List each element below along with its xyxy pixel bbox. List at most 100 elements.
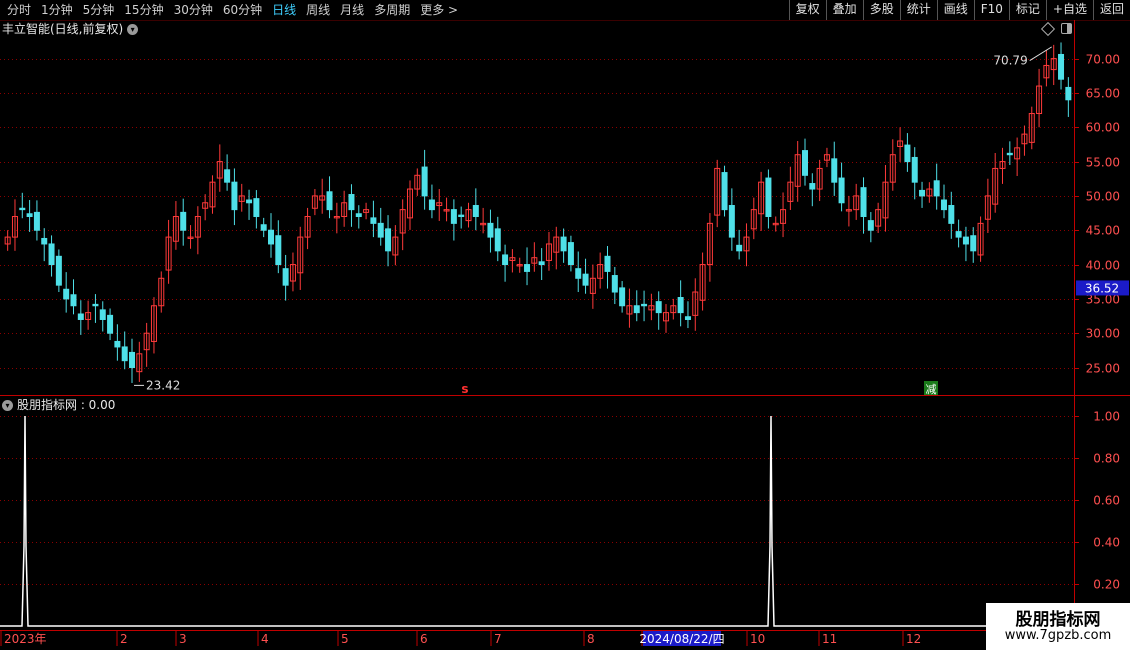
candle-body [494,228,501,252]
candle-body [809,183,816,190]
candle-body [948,205,955,224]
candle-body [19,207,26,211]
candle-body [955,231,962,238]
date-label: 12 [906,632,921,646]
candle-body [348,194,355,211]
candle-body [1065,86,1072,101]
date-label: 2 [120,632,128,646]
candle-body [736,244,743,252]
candle-body [611,275,618,293]
price-grid [0,59,1074,369]
candle-body [41,237,48,245]
candle-body [26,213,33,217]
candle-body [567,242,574,266]
candle-body [655,301,662,314]
indicator-panel: 0.20 0.40 0.60 0.80 1.00 [0,410,1120,627]
candle-body [560,236,567,252]
date-label: 5 [341,632,349,646]
date-label: 7 [494,632,502,646]
candle-body [326,191,333,211]
candle-body [582,273,589,286]
candle-body [92,303,99,307]
date-label: 8 [587,632,595,646]
candle-body [904,144,911,163]
candle-body [970,235,977,252]
chart-area: 70.7923.42 s 减 25.0030.0035.0040.0045.0050… [0,20,1130,646]
candle-body [721,172,728,211]
indicator-tick-label: 0.40 [1093,536,1120,550]
date-label: 11 [822,632,837,646]
candle-body [282,268,289,286]
candle-body [121,346,128,362]
watermark: 股朋指标网 www.7gpzb.com [986,603,1130,650]
candle-body [538,261,545,266]
candle-body [370,217,377,224]
candle-body [765,177,772,218]
candle-body [450,209,457,224]
indicator-title: ▾ 股朋指标网 : 0.00 [2,398,115,412]
candle-body [48,243,55,266]
date-label: 2023年 [4,632,47,646]
candle-body [472,205,479,217]
indicator-tick-label: 1.00 [1093,410,1120,424]
date-label: 10 [750,632,765,646]
indicator-tick-label: 0.60 [1093,494,1120,508]
price-tick-label: 55.00 [1086,156,1120,170]
reduce-marker: 减 [926,383,937,396]
candle-body [70,294,77,307]
candle-body [575,268,582,279]
candle-body [421,166,428,197]
candle-body [107,314,114,334]
candle-body [502,254,509,266]
candle-body [911,156,918,183]
candle-body [933,180,940,197]
price-tick-label: 50.00 [1086,190,1120,204]
candle-body [33,211,40,231]
price-tick-label: 25.00 [1086,362,1120,376]
candle-body [246,199,253,204]
candle-body [919,189,926,197]
watermark-line2: www.7gpzb.com [1004,628,1112,643]
candle-body [1006,152,1013,156]
candle-body [99,309,106,320]
candle-body [860,187,867,218]
candle-body [377,222,384,238]
candle-body [268,229,274,245]
price-tick-label: 45.00 [1086,224,1120,238]
high-arrow [1029,46,1052,62]
date-axis: 2023年 2 3 4 5 6 7 8 2024/08/22/四 10 11 12 [0,631,921,646]
current-price-label: 36.52 [1085,281,1119,295]
price-axis: 25.0030.0035.0040.0045.0050.0055.0060.00… [0,20,1130,632]
price-tick-label: 60.00 [1086,121,1120,135]
price-tick-label: 65.00 [1086,87,1120,101]
candle-body [385,228,392,252]
watermark-line1: 股朋指标网 [1015,610,1101,630]
candle-body [633,305,640,314]
date-label: 6 [420,632,428,646]
candle-body [180,211,187,231]
indicator-tick-label: 0.20 [1093,578,1120,592]
candle-body [728,205,735,238]
chevron-down-icon[interactable]: ▾ [2,400,13,411]
candle-body [224,169,231,183]
candle-body [802,150,808,176]
candle-body [604,255,611,272]
signal-line [0,415,1074,627]
candle-body [962,236,969,245]
date-label: 4 [261,632,269,646]
candle-body [677,297,684,314]
candle-body [63,288,70,300]
price-tick-label: 30.00 [1086,327,1120,341]
candle-body [253,198,260,217]
price-tick-label: 40.00 [1086,259,1120,273]
candle-body [458,214,465,217]
s-marker: s [461,382,468,396]
candle-body [487,222,494,238]
candle-body [940,199,947,211]
candle-body [231,181,238,211]
candle-body [55,255,62,286]
candle-body [867,220,874,231]
date-label: 2024/08/22/四 [639,632,724,646]
candle-body [114,340,121,348]
candle-body [428,199,435,211]
